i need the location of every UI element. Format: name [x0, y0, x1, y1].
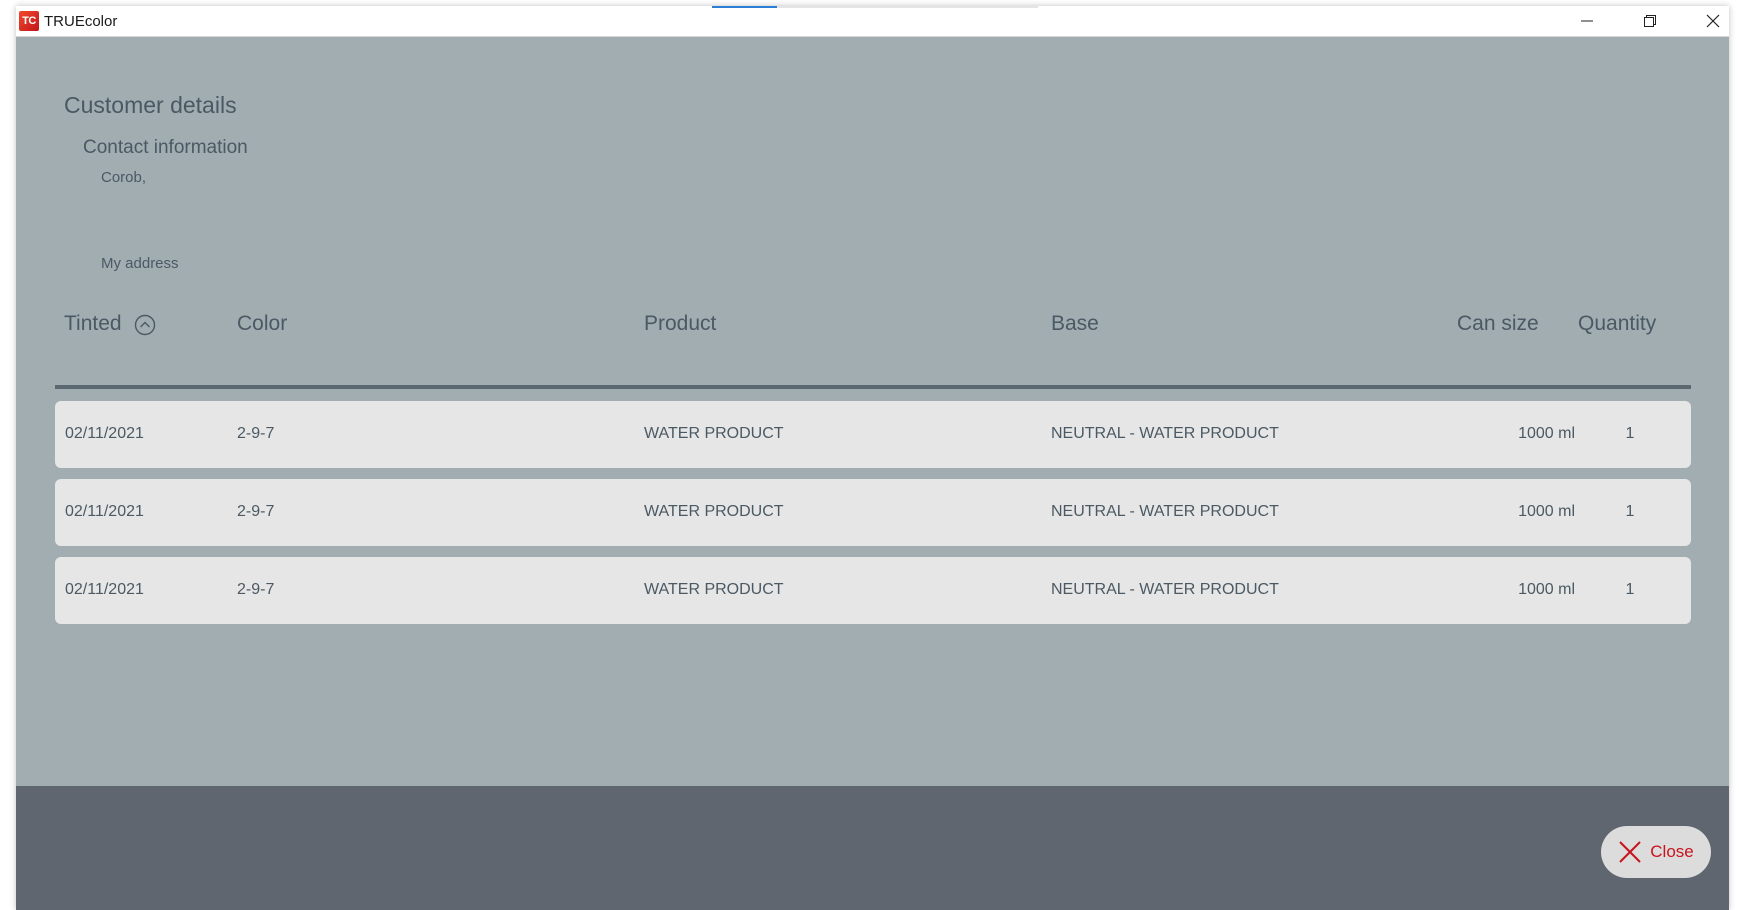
- cell-tinted: 02/11/2021: [65, 581, 144, 598]
- loading-indicator-fill: [712, 6, 778, 8]
- minimize-icon: [1581, 20, 1593, 22]
- minimize-button[interactable]: [1557, 6, 1617, 36]
- footer-bar: Close: [16, 786, 1729, 910]
- column-header-base[interactable]: Base: [1051, 312, 1099, 336]
- loading-indicator: [712, 6, 1038, 8]
- contact-section-title: Contact information: [83, 137, 248, 158]
- restore-icon: [1644, 15, 1656, 27]
- cell-quantity: 1: [1625, 425, 1635, 442]
- cell-can-size: 1000 ml: [1518, 425, 1575, 442]
- customer-name: Corob,: [101, 169, 147, 186]
- cell-tinted: 02/11/2021: [65, 503, 144, 520]
- cell-product: WATER PRODUCT: [644, 581, 784, 598]
- cell-quantity: 1: [1625, 581, 1635, 598]
- cell-product: WATER PRODUCT: [644, 425, 784, 442]
- column-header-can-size[interactable]: Can size: [1457, 312, 1539, 336]
- close-button-label: Close: [1650, 842, 1694, 861]
- chevron-up-circle-icon[interactable]: [134, 314, 156, 336]
- close-button[interactable]: Close: [1601, 826, 1711, 878]
- app-logo: TC: [19, 11, 39, 31]
- cell-base: NEUTRAL - WATER PRODUCT: [1051, 581, 1279, 598]
- header-divider: [55, 385, 1691, 389]
- table-row[interactable]: 02/11/2021 2-9-7 WATER PRODUCT NEUTRAL -…: [55, 479, 1691, 546]
- cell-can-size: 1000 ml: [1518, 503, 1575, 520]
- table-row[interactable]: 02/11/2021 2-9-7 WATER PRODUCT NEUTRAL -…: [55, 557, 1691, 624]
- customer-address: My address: [101, 255, 179, 272]
- cell-color: 2-9-7: [237, 581, 275, 598]
- restore-button[interactable]: [1620, 6, 1680, 36]
- customer-details-panel: Customer details Contact information Cor…: [16, 37, 1729, 786]
- cell-color: 2-9-7: [237, 425, 275, 442]
- cell-product: WATER PRODUCT: [644, 503, 784, 520]
- column-header-color[interactable]: Color: [237, 312, 287, 336]
- column-header-product[interactable]: Product: [644, 312, 716, 336]
- page-title: Customer details: [64, 92, 237, 118]
- x-icon: [1619, 841, 1641, 863]
- column-header-tinted[interactable]: Tinted: [64, 312, 122, 336]
- cell-quantity: 1: [1625, 503, 1635, 520]
- close-icon: [1706, 14, 1720, 28]
- column-header-quantity[interactable]: Quantity: [1578, 312, 1656, 336]
- app-window: TC TRUEcolor Customer details Contact in…: [16, 6, 1729, 910]
- title-bar: TC TRUEcolor: [16, 6, 1729, 37]
- cell-color: 2-9-7: [237, 503, 275, 520]
- window-close-button[interactable]: [1683, 6, 1729, 36]
- window-title: TRUEcolor: [44, 13, 118, 30]
- table-row[interactable]: 02/11/2021 2-9-7 WATER PRODUCT NEUTRAL -…: [55, 401, 1691, 468]
- cell-base: NEUTRAL - WATER PRODUCT: [1051, 503, 1279, 520]
- cell-can-size: 1000 ml: [1518, 581, 1575, 598]
- table-header: Tinted Color Product Base Can size Quant…: [16, 312, 1729, 352]
- column-header-label: Tinted: [64, 312, 122, 335]
- cell-base: NEUTRAL - WATER PRODUCT: [1051, 425, 1279, 442]
- cell-tinted: 02/11/2021: [65, 425, 144, 442]
